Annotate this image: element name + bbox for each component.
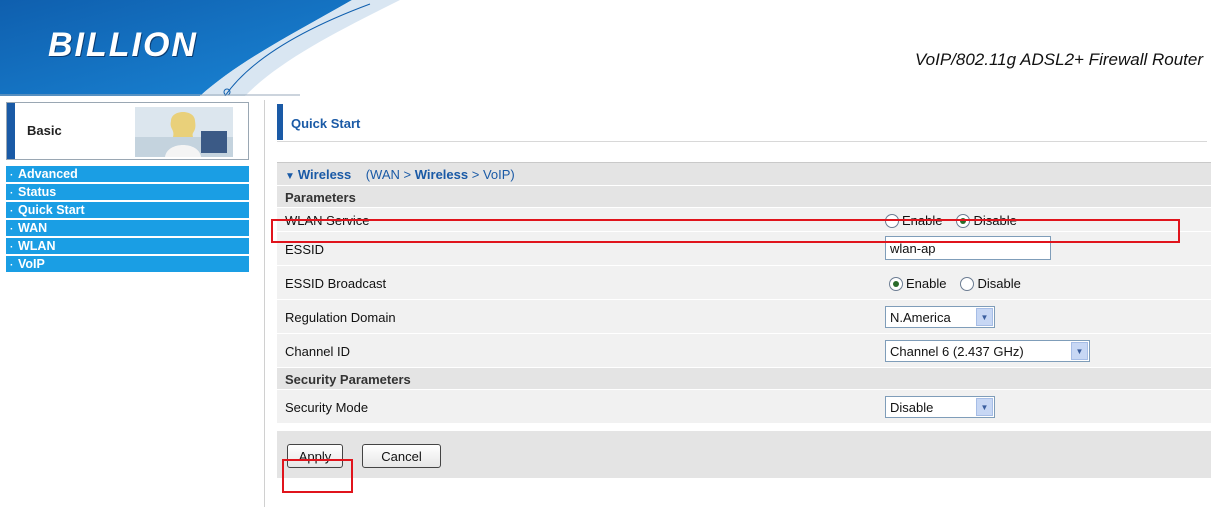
page-title-bar: Quick Start — [277, 104, 1207, 142]
page-title: Quick Start — [291, 116, 361, 131]
essid-input[interactable] — [885, 236, 1051, 260]
bullet-icon: · — [10, 206, 14, 217]
essid-broadcast-disable-radio[interactable] — [960, 276, 975, 291]
breadcrumb-separator: > — [403, 167, 412, 182]
wlan-service-label: WLAN Service — [285, 213, 370, 228]
essid-broadcast-label: ESSID Broadcast — [285, 276, 387, 291]
radio-label: Enable — [906, 276, 947, 291]
sidebar-item-label: Advanced — [18, 167, 78, 181]
select-value: Disable — [890, 399, 934, 415]
main-panel: Quick Start ▼ Wireless (WAN > Wireless > … — [264, 100, 1211, 507]
regulation-domain-label: Regulation Domain — [285, 310, 396, 325]
parameters-label: Parameters — [285, 190, 356, 205]
channel-id-row: Channel ID Channel 6 (2.437 GHz) ▼ — [277, 334, 1211, 368]
security-parameters-header: Security Parameters — [277, 368, 1211, 390]
wlan-service-radio-group: Enable Disable — [885, 213, 1031, 228]
expand-triangle-icon: ▼ — [285, 171, 295, 182]
bullet-icon: · — [10, 242, 14, 253]
sidebar-item-quick-start[interactable]: · Quick Start — [6, 202, 249, 218]
product-title: VoIP/802.11g ADSL2+ Firewall Router — [914, 50, 1203, 69]
breadcrumb-step-current: Wireless — [414, 167, 469, 182]
essid-broadcast-row: ESSID Broadcast Enable Disable — [277, 266, 1211, 300]
sidebar-item-status[interactable]: · Status — [6, 184, 249, 200]
wlan-service-disable-radio[interactable] — [956, 213, 971, 228]
wireless-form: ▼ Wireless (WAN > Wireless > VoIP) Parame… — [277, 162, 1211, 479]
sidebar-menu: · Advanced · Status · Quick Start · WAN · WLA… — [6, 166, 249, 274]
billion-logo: BILLION — [48, 26, 198, 64]
basic-accent-bar — [7, 103, 15, 159]
essid-broadcast-radio-group: Enable Disable — [889, 276, 1035, 291]
essid-label: ESSID — [285, 242, 325, 257]
bullet-icon: · — [10, 170, 14, 181]
cancel-button[interactable]: Cancel — [362, 444, 441, 468]
bullet-icon: · — [10, 188, 14, 199]
sidebar-item-advanced[interactable]: · Advanced — [6, 166, 249, 182]
basic-mode-label: Basic — [27, 123, 62, 138]
breadcrumb-open: (WAN — [365, 167, 400, 182]
sidebar-item-label: VoIP — [18, 257, 45, 271]
breadcrumb: ▼ Wireless (WAN > Wireless > VoIP) — [285, 167, 515, 182]
sidebar-item-wan[interactable]: · WAN — [6, 220, 249, 236]
chevron-down-icon: ▼ — [1071, 342, 1088, 360]
select-value: Channel 6 (2.437 GHz) — [890, 343, 1024, 359]
security-mode-select[interactable]: Disable ▼ — [885, 396, 995, 418]
radio-label: Disable — [977, 276, 1021, 291]
sidebar-item-label: WAN — [18, 221, 48, 235]
bullet-icon: · — [10, 224, 14, 235]
sidebar-item-wlan[interactable]: · WLAN — [6, 238, 249, 254]
chevron-down-icon: ▼ — [976, 308, 993, 326]
breadcrumb-current: Wireless — [297, 167, 352, 182]
sidebar-item-label: Quick Start — [18, 203, 85, 217]
security-mode-label: Security Mode — [285, 400, 369, 415]
title-accent-bar — [277, 104, 283, 140]
channel-id-select[interactable]: Channel 6 (2.437 GHz) ▼ — [885, 340, 1090, 362]
select-value: N.America — [890, 309, 951, 325]
wlan-service-row: WLAN Service Enable Disable — [277, 208, 1211, 232]
regulation-domain-row: Regulation Domain N.America ▼ — [277, 300, 1211, 334]
wlan-service-enable-radio[interactable] — [885, 213, 899, 228]
radio-label: Enable — [902, 213, 943, 228]
bullet-icon: · — [10, 260, 14, 271]
essid-broadcast-enable-radio[interactable] — [889, 276, 903, 291]
radio-label: Disable — [973, 213, 1017, 228]
sidebar-item-label: WLAN — [18, 239, 56, 253]
sidebar-item-voip[interactable]: · VoIP — [6, 256, 249, 272]
parameters-header: Parameters — [277, 186, 1211, 208]
chevron-down-icon: ▼ — [976, 398, 993, 416]
security-mode-row: Security Mode Disable ▼ — [277, 390, 1211, 424]
security-parameters-label: Security Parameters — [285, 372, 411, 387]
breadcrumb-separator: > — [471, 167, 480, 182]
apply-button[interactable]: Apply — [287, 444, 343, 468]
breadcrumb-step-next: VoIP) — [482, 167, 515, 182]
regulation-domain-select[interactable]: N.America ▼ — [885, 306, 995, 328]
breadcrumb-row: ▼ Wireless (WAN > Wireless > VoIP) — [277, 162, 1211, 186]
channel-id-label: Channel ID — [285, 344, 351, 359]
basic-mode-box[interactable]: Basic — [6, 102, 249, 160]
button-row: Apply Cancel — [277, 431, 1211, 479]
sidebar-item-label: Status — [18, 185, 57, 199]
essid-row: ESSID — [277, 232, 1211, 266]
header: BILLION VoIP/802.11g ADSL2+ Firewall Rou… — [0, 0, 1211, 96]
user-photo-icon — [135, 107, 233, 157]
